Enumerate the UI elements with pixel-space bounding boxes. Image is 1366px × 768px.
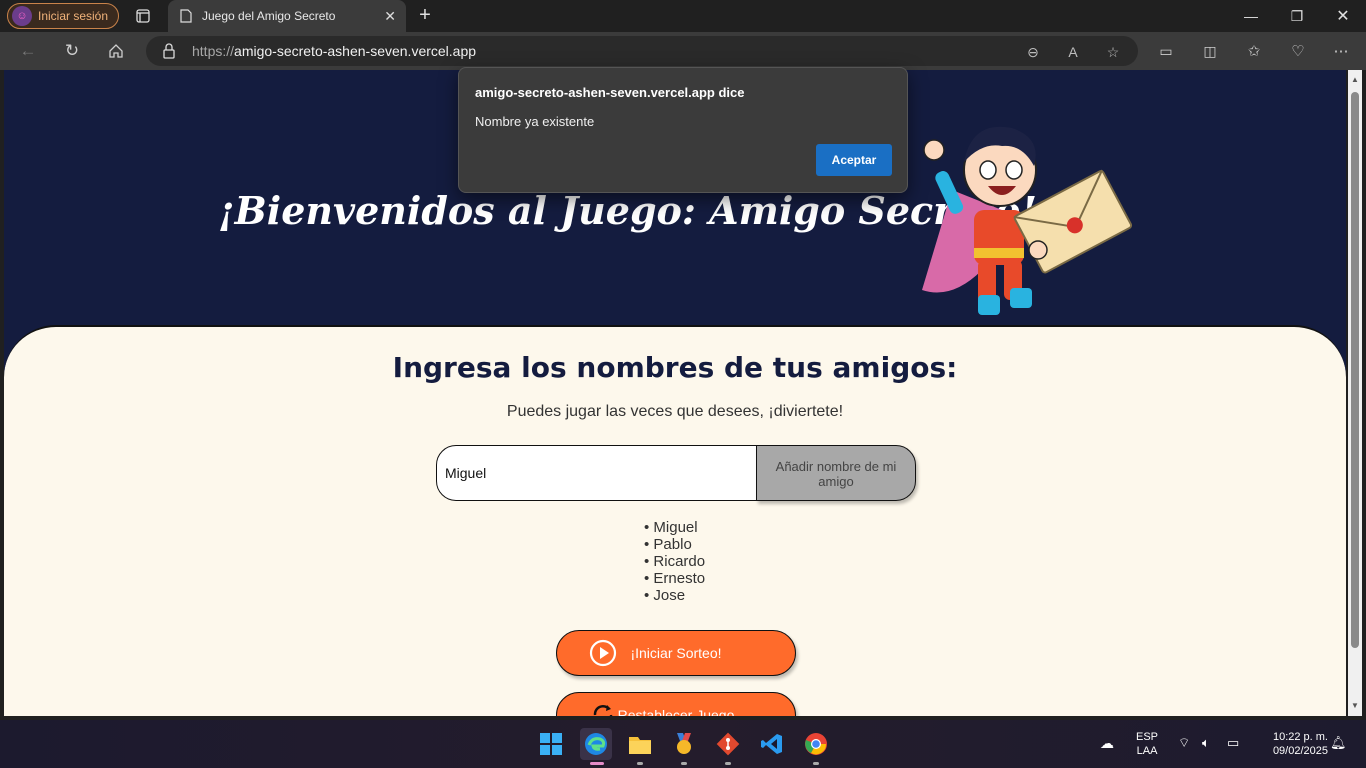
list-item: Miguel: [644, 519, 705, 536]
list-item: Jose: [644, 587, 705, 604]
scroll-down-icon[interactable]: ▼: [1351, 702, 1359, 710]
taskbar: ☁ ESP LAA ⌔ 🔈︎ ▭ 10:22 p. m. 09/02/2025 …: [0, 720, 1366, 768]
reset-icon: [593, 705, 613, 716]
rewards-medal-icon[interactable]: [668, 728, 700, 760]
restore-icon[interactable]: ❐: [1274, 0, 1320, 32]
scroll-up-icon[interactable]: ▲: [1351, 76, 1359, 84]
card-title: Ingresa los nombres de tus amigos:: [392, 351, 958, 384]
favorites-icon[interactable]: ✩: [1239, 36, 1269, 66]
network-cloud-icon[interactable]: ☁: [1100, 736, 1114, 750]
dialog-ok-button[interactable]: Aceptar: [816, 144, 892, 176]
more-menu-icon[interactable]: ⋯: [1326, 36, 1356, 66]
superhero-mail-illustration: [922, 126, 1133, 315]
page-icon: [180, 9, 192, 23]
notification-bell-icon[interactable]: 🔔︎: [1330, 736, 1347, 750]
friends-card: Ingresa los nombres de tus amigos: Puede…: [4, 325, 1346, 716]
app-indicator: [725, 762, 731, 765]
clock-date: 09/02/2025: [1272, 745, 1328, 757]
back-icon[interactable]: ←: [13, 36, 43, 66]
app-indicator: [637, 762, 643, 765]
add-friend-button[interactable]: Añadir nombre de mi amigo: [756, 445, 916, 501]
edge-browser-icon[interactable]: [580, 728, 612, 760]
reset-game-label: Restablecer Juego: [617, 707, 735, 716]
cast-icon[interactable]: ▭: [1151, 36, 1181, 66]
tab-title: Juego del Amigo Secreto: [202, 9, 336, 23]
reset-game-button[interactable]: Restablecer Juego: [556, 692, 796, 716]
dialog-title: amigo-secreto-ashen-seven.vercel.app dic…: [475, 85, 745, 100]
list-item: Pablo: [644, 536, 705, 553]
refresh-icon[interactable]: ↻: [57, 36, 87, 66]
minimize-icon[interactable]: —: [1228, 0, 1274, 32]
wifi-icon[interactable]: ⌔: [1178, 736, 1190, 750]
profile-sign-in-button[interactable]: ☺ Iniciar sesión: [7, 3, 119, 29]
friends-list: Miguel Pablo Ricardo Ernesto Jose: [644, 519, 705, 604]
file-explorer-icon[interactable]: [624, 728, 656, 760]
chrome-icon[interactable]: [800, 728, 832, 760]
url-host: amigo-secreto-ashen-seven.vercel.app: [234, 43, 477, 59]
add-friend-row: Añadir nombre de mi amigo: [436, 445, 916, 501]
volume-icon[interactable]: 🔈︎: [1202, 736, 1210, 750]
keyboard-layout: LAA: [1136, 745, 1158, 757]
close-window-icon[interactable]: ✕: [1320, 0, 1366, 32]
language-code: ESP: [1136, 731, 1159, 743]
zoom-out-icon[interactable]: ⊖: [1021, 40, 1045, 64]
profile-avatar-icon: ☺: [12, 6, 32, 26]
profile-label: Iniciar sesión: [38, 9, 109, 23]
page-scrollbar[interactable]: ▲ ▼: [1348, 70, 1362, 716]
list-item: Ricardo: [644, 553, 705, 570]
tab-actions-icon[interactable]: [132, 6, 154, 26]
play-icon: [589, 639, 617, 667]
tab-active[interactable]: Juego del Amigo Secreto ✕: [168, 0, 406, 32]
list-item: Ernesto: [644, 570, 705, 587]
app-indicator: [681, 762, 687, 765]
windows-start-icon[interactable]: [535, 728, 567, 760]
app-indicator: [813, 762, 819, 765]
scrollbar-thumb[interactable]: [1351, 92, 1359, 648]
start-draw-label: ¡Iniciar Sorteo!: [630, 645, 722, 661]
tab-close-icon[interactable]: ✕: [384, 8, 396, 25]
new-tab-icon[interactable]: +: [414, 4, 436, 26]
start-draw-button[interactable]: ¡Iniciar Sorteo!: [556, 630, 796, 676]
dialog-message: Nombre ya existente: [475, 114, 595, 129]
language-indicator[interactable]: ESP LAA: [1136, 730, 1158, 758]
friend-name-input[interactable]: [436, 445, 758, 501]
home-icon[interactable]: [101, 36, 131, 66]
navigation-bar: ← ↻ https://amigo-secreto-ashen-seven.ve…: [0, 32, 1366, 70]
clock-time: 10:22 p. m.: [1272, 731, 1328, 743]
split-screen-icon[interactable]: ◫: [1195, 36, 1225, 66]
alert-dialog: amigo-secreto-ashen-seven.vercel.app dic…: [458, 67, 908, 193]
git-tool-icon[interactable]: [712, 728, 744, 760]
vscode-icon[interactable]: [756, 728, 788, 760]
read-aloud-icon[interactable]: A: [1061, 40, 1085, 64]
clock[interactable]: 10:22 p. m. 09/02/2025: [1258, 730, 1328, 758]
lock-icon[interactable]: [162, 42, 176, 60]
battery-icon[interactable]: ▭: [1227, 736, 1239, 750]
browser-title-bar: ☺ Iniciar sesión Juego del Amigo Secreto…: [0, 0, 1366, 32]
favorite-star-icon[interactable]: ☆: [1101, 40, 1125, 64]
card-subtitle: Puedes jugar las veces que desees, ¡divi…: [506, 403, 844, 420]
browser-essentials-icon[interactable]: ♡: [1283, 36, 1313, 66]
url-prefix: https://: [192, 43, 235, 59]
active-app-indicator: [590, 762, 604, 765]
address-bar[interactable]: https://amigo-secreto-ashen-seven.vercel…: [146, 36, 1138, 66]
